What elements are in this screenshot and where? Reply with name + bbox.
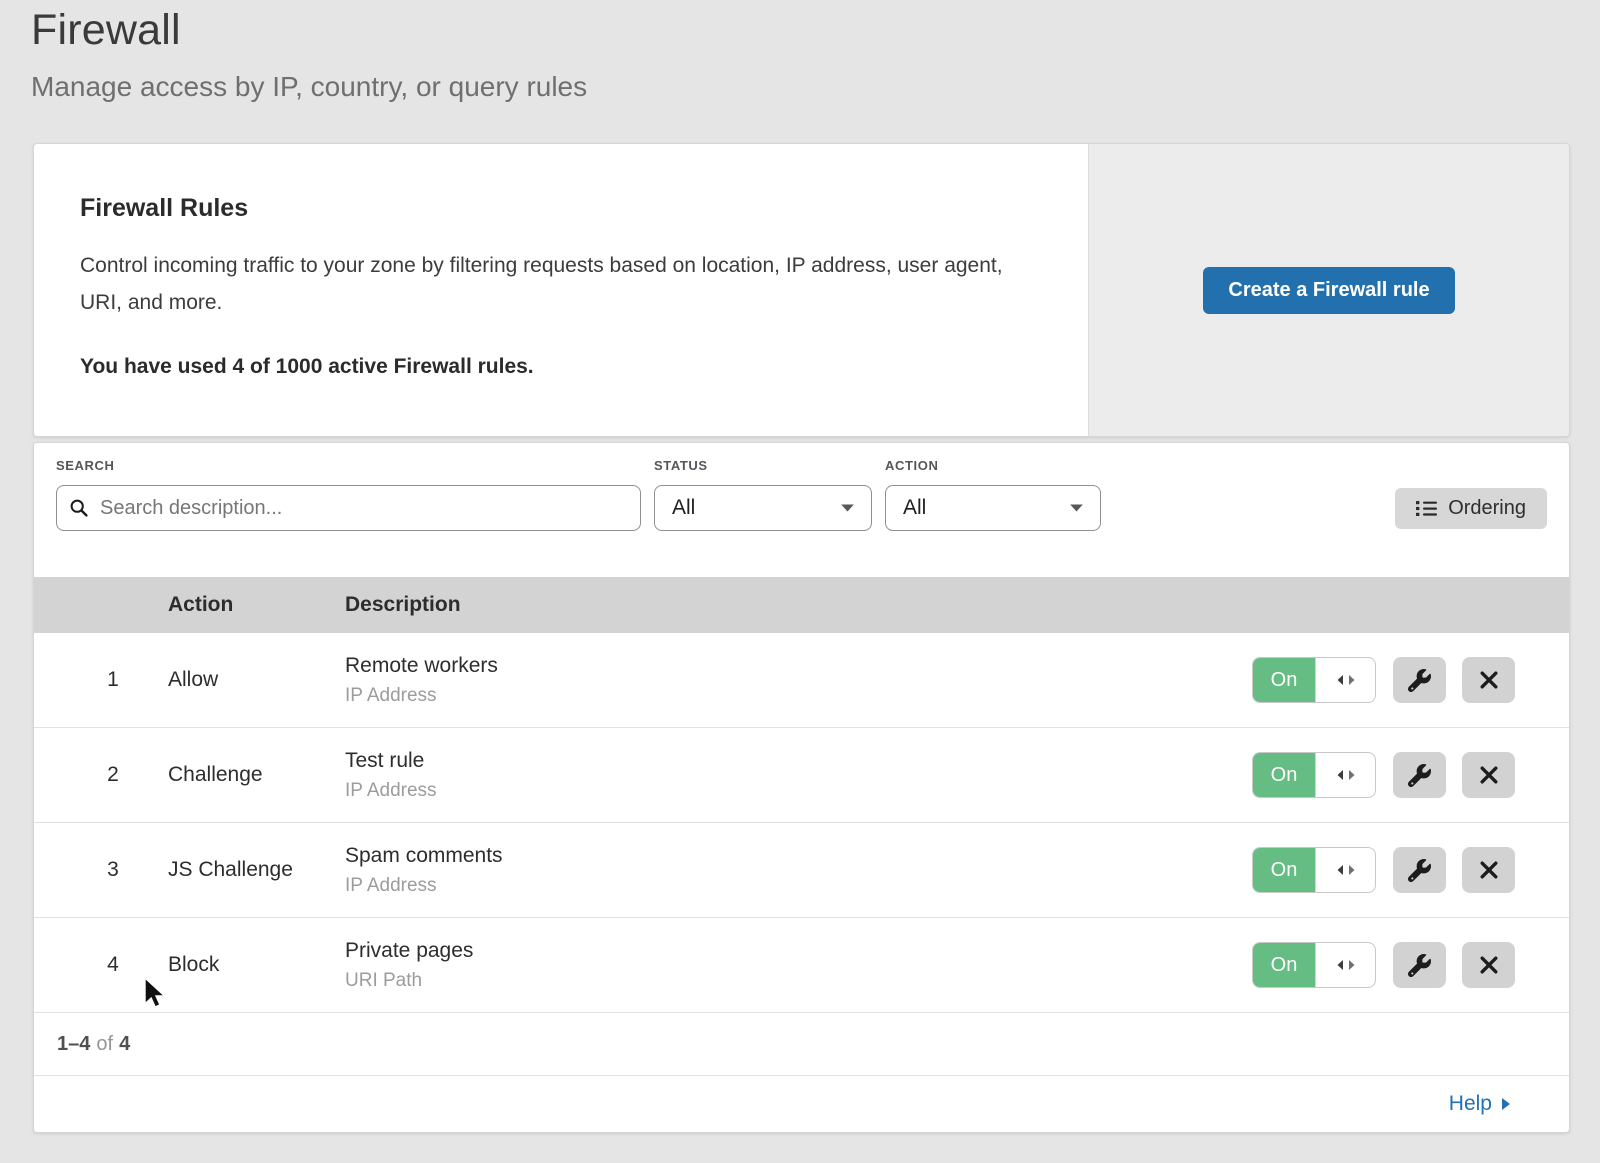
action-selected-value: All (903, 496, 926, 520)
page-title: Firewall (31, 6, 587, 55)
table-row: 1 Allow Remote workers IP Address On (34, 633, 1569, 728)
wrench-icon (1408, 669, 1431, 692)
overview-description: Control incoming traffic to your zone by… (80, 247, 1030, 321)
help-link-label: Help (1449, 1092, 1492, 1116)
filters-bar: SEARCH STATUS All (34, 443, 1569, 577)
toggle-handle-arrows-icon (1315, 658, 1375, 702)
rule-enabled-toggle[interactable]: On (1252, 942, 1376, 988)
rule-description: Private pages (345, 939, 473, 963)
content-area: Firewall Rules Control incoming traffic … (33, 143, 1570, 1133)
overview-text-pane: Firewall Rules Control incoming traffic … (34, 144, 1088, 436)
search-filter-group: SEARCH (56, 458, 641, 577)
action-column-header: Action (168, 593, 345, 617)
create-firewall-rule-button[interactable]: Create a Firewall rule (1203, 267, 1454, 314)
edit-rule-button[interactable] (1393, 657, 1446, 703)
rule-enabled-toggle[interactable]: On (1252, 752, 1376, 798)
chevron-down-icon (840, 503, 855, 513)
description-column-header: Description (345, 593, 461, 617)
status-label: STATUS (654, 458, 872, 473)
delete-rule-button[interactable] (1462, 942, 1515, 988)
ordering-button-label: Ordering (1448, 497, 1526, 520)
rule-description: Test rule (345, 749, 437, 773)
overview-usage-text: You have used 4 of 1000 active Firewall … (80, 355, 1048, 379)
pagination-bar: 1–4 of 4 (34, 1013, 1569, 1076)
action-filter-group: ACTION All (885, 458, 1101, 577)
rule-description: Spam comments (345, 844, 503, 868)
toggle-handle-arrows-icon (1315, 848, 1375, 892)
wrench-icon (1408, 954, 1431, 977)
rule-field: URI Path (345, 970, 473, 992)
search-icon (69, 498, 89, 518)
table-row: 2 Challenge Test rule IP Address On (34, 728, 1569, 823)
rule-enabled-toggle[interactable]: On (1252, 847, 1376, 893)
rule-controls: On (1252, 752, 1569, 798)
page-header: Firewall Manage access by IP, country, o… (31, 6, 587, 103)
delete-rule-button[interactable] (1462, 657, 1515, 703)
action-label: ACTION (885, 458, 1101, 473)
card-footer: Help (34, 1076, 1569, 1132)
rule-action: Challenge (168, 763, 345, 787)
action-select[interactable]: All (885, 485, 1101, 531)
help-link[interactable]: Help (1449, 1092, 1511, 1116)
edit-rule-button[interactable] (1393, 847, 1446, 893)
toggle-on-label: On (1253, 753, 1315, 797)
chevron-down-icon (1069, 503, 1084, 513)
rule-priority: 1 (34, 668, 168, 692)
status-select[interactable]: All (654, 485, 872, 531)
ordering-button[interactable]: Ordering (1395, 488, 1547, 529)
rule-priority: 2 (34, 763, 168, 787)
rule-field: IP Address (345, 685, 498, 707)
wrench-icon (1408, 859, 1431, 882)
pagination-range: 1–4 (57, 1033, 90, 1056)
page-subtitle: Manage access by IP, country, or query r… (31, 71, 587, 103)
wrench-icon (1408, 764, 1431, 787)
close-icon (1479, 955, 1499, 975)
firewall-rules-list-card: SEARCH STATUS All (33, 442, 1570, 1133)
rule-controls: On (1252, 657, 1569, 703)
rule-controls: On (1252, 847, 1569, 893)
rule-controls: On (1252, 942, 1569, 988)
rule-enabled-toggle[interactable]: On (1252, 657, 1376, 703)
toggle-on-label: On (1253, 943, 1315, 987)
table-row: 3 JS Challenge Spam comments IP Address … (34, 823, 1569, 918)
table-header: Action Description (34, 577, 1569, 633)
delete-rule-button[interactable] (1462, 847, 1515, 893)
rule-description: Remote workers (345, 654, 498, 678)
ordered-list-icon (1416, 500, 1437, 517)
rule-field: IP Address (345, 780, 437, 802)
toggle-on-label: On (1253, 658, 1315, 702)
toggle-handle-arrows-icon (1315, 753, 1375, 797)
pagination-of-label: of (96, 1033, 113, 1056)
toggle-on-label: On (1253, 848, 1315, 892)
rule-action: Block (168, 953, 345, 977)
rule-priority: 4 (34, 953, 168, 977)
rule-priority: 3 (34, 858, 168, 882)
rule-action: Allow (168, 668, 345, 692)
status-selected-value: All (672, 496, 695, 520)
firewall-rules-overview-card: Firewall Rules Control incoming traffic … (33, 143, 1570, 437)
close-icon (1479, 860, 1499, 880)
pagination-total: 4 (119, 1033, 130, 1056)
edit-rule-button[interactable] (1393, 942, 1446, 988)
edit-rule-button[interactable] (1393, 752, 1446, 798)
delete-rule-button[interactable] (1462, 752, 1515, 798)
search-label: SEARCH (56, 458, 641, 473)
toggle-handle-arrows-icon (1315, 943, 1375, 987)
overview-heading: Firewall Rules (80, 194, 1048, 223)
status-filter-group: STATUS All (654, 458, 872, 577)
table-row: 4 Block Private pages URI Path On (34, 918, 1569, 1013)
search-box[interactable] (56, 485, 641, 531)
rule-field: IP Address (345, 875, 503, 897)
close-icon (1479, 765, 1499, 785)
search-input[interactable] (98, 496, 628, 521)
overview-action-pane: Create a Firewall rule (1088, 144, 1569, 436)
rule-action: JS Challenge (168, 858, 345, 882)
close-icon (1479, 670, 1499, 690)
help-arrow-icon (1501, 1097, 1511, 1111)
